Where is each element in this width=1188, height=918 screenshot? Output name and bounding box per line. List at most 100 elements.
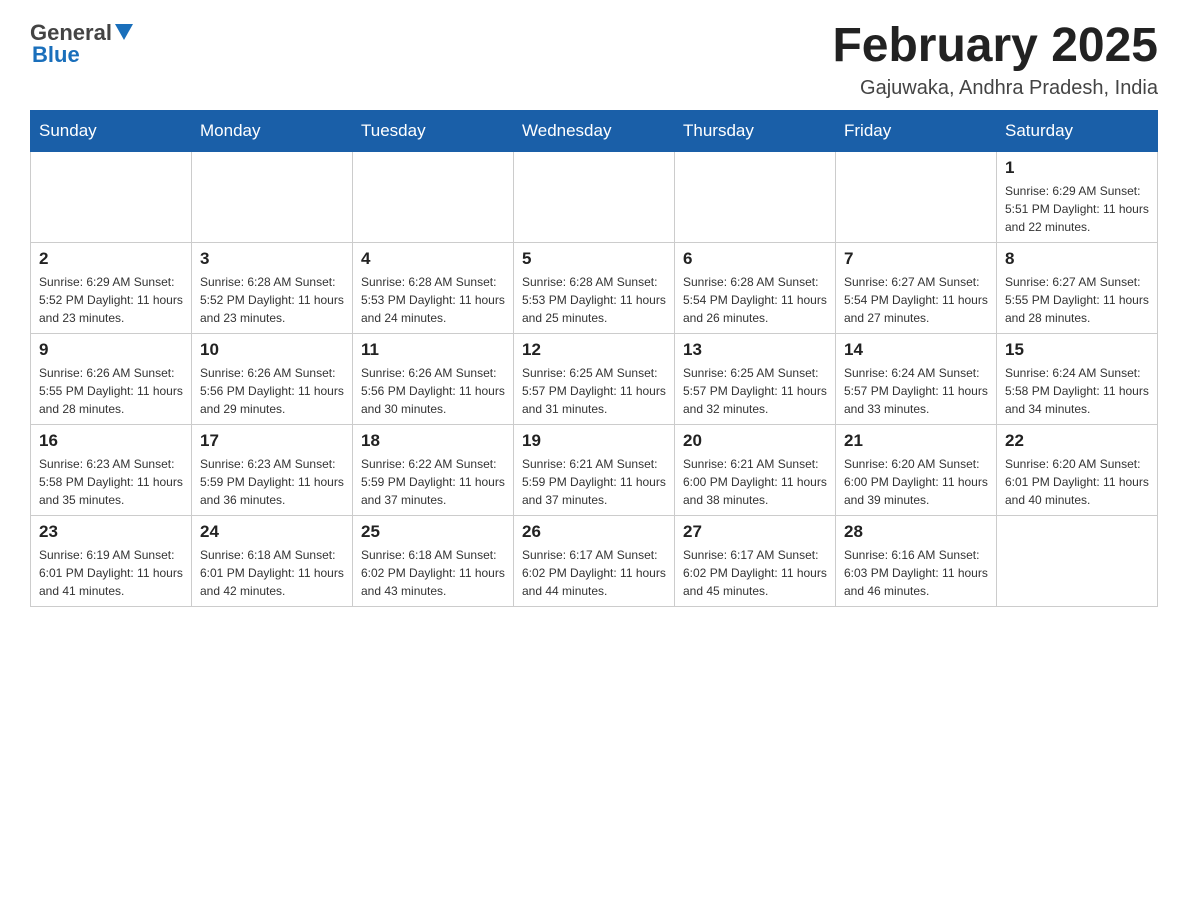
day-info: Sunrise: 6:24 AM Sunset: 5:57 PM Dayligh… [844, 364, 988, 418]
day-number: 28 [844, 522, 988, 542]
title-block: February 2025 Gajuwaka, Andhra Pradesh, … [832, 20, 1158, 100]
month-title: February 2025 [832, 20, 1158, 73]
calendar-table: SundayMondayTuesdayWednesdayThursdayFrid… [30, 110, 1158, 607]
day-info: Sunrise: 6:24 AM Sunset: 5:58 PM Dayligh… [1005, 364, 1149, 418]
day-number: 22 [1005, 431, 1149, 451]
day-number: 2 [39, 249, 183, 269]
calendar-cell [836, 151, 997, 242]
day-number: 14 [844, 340, 988, 360]
calendar-cell: 4 Sunrise: 6:28 AM Sunset: 5:53 PM Daylig… [353, 242, 514, 333]
calendar-cell: 6 Sunrise: 6:28 AM Sunset: 5:54 PM Daylig… [675, 242, 836, 333]
day-info: Sunrise: 6:21 AM Sunset: 6:00 PM Dayligh… [683, 455, 827, 509]
day-of-week-header: Friday [836, 110, 997, 151]
calendar-cell: 3Sunrise: 6:28 AM Sunset: 5:52 PM Daylig… [192, 242, 353, 333]
calendar-week-row: 1 Sunrise: 6:29 AM Sunset: 5:51 PM Daylig… [31, 151, 1158, 242]
page-header: General Blue February 2025 Gajuwaka, And… [30, 20, 1158, 100]
day-of-week-header: Thursday [675, 110, 836, 151]
calendar-cell: 24Sunrise: 6:18 AM Sunset: 6:01 PM Dayli… [192, 515, 353, 606]
day-number: 11 [361, 340, 505, 360]
day-info: Sunrise: 6:19 AM Sunset: 6:01 PM Dayligh… [39, 546, 183, 600]
calendar-cell: 2 Sunrise: 6:29 AM Sunset: 5:52 PM Daylig… [31, 242, 192, 333]
day-number: 26 [522, 522, 666, 542]
day-info: Sunrise: 6:26 AM Sunset: 5:56 PM Dayligh… [200, 364, 344, 418]
day-info: Sunrise: 6:25 AM Sunset: 5:57 PM Dayligh… [522, 364, 666, 418]
day-number: 8 [1005, 249, 1149, 269]
day-info: Sunrise: 6:23 AM Sunset: 5:58 PM Dayligh… [39, 455, 183, 509]
logo: General Blue [30, 20, 133, 68]
calendar-cell: 19Sunrise: 6:21 AM Sunset: 5:59 PM Dayli… [514, 424, 675, 515]
calendar-cell: 16 Sunrise: 6:23 AM Sunset: 5:58 PM Dayli… [31, 424, 192, 515]
day-number: 23 [39, 522, 183, 542]
day-info: Sunrise: 6:28 AM Sunset: 5:53 PM Dayligh… [361, 273, 505, 327]
calendar-cell: 11 Sunrise: 6:26 AM Sunset: 5:56 PM Dayli… [353, 333, 514, 424]
day-number: 5 [522, 249, 666, 269]
day-info: Sunrise: 6:25 AM Sunset: 5:57 PM Dayligh… [683, 364, 827, 418]
calendar-cell: 15 Sunrise: 6:24 AM Sunset: 5:58 PM Dayli… [997, 333, 1158, 424]
calendar-week-row: 2 Sunrise: 6:29 AM Sunset: 5:52 PM Daylig… [31, 242, 1158, 333]
calendar-cell: 20 Sunrise: 6:21 AM Sunset: 6:00 PM Dayli… [675, 424, 836, 515]
calendar-cell: 28 Sunrise: 6:16 AM Sunset: 6:03 PM Dayli… [836, 515, 997, 606]
day-of-week-header: Saturday [997, 110, 1158, 151]
day-info: Sunrise: 6:22 AM Sunset: 5:59 PM Dayligh… [361, 455, 505, 509]
day-info: Sunrise: 6:28 AM Sunset: 5:52 PM Dayligh… [200, 273, 344, 327]
day-info: Sunrise: 6:17 AM Sunset: 6:02 PM Dayligh… [683, 546, 827, 600]
calendar-cell: 5 Sunrise: 6:28 AM Sunset: 5:53 PM Daylig… [514, 242, 675, 333]
calendar-cell: 21Sunrise: 6:20 AM Sunset: 6:00 PM Dayli… [836, 424, 997, 515]
day-info: Sunrise: 6:20 AM Sunset: 6:00 PM Dayligh… [844, 455, 988, 509]
calendar-cell [675, 151, 836, 242]
day-number: 16 [39, 431, 183, 451]
day-info: Sunrise: 6:21 AM Sunset: 5:59 PM Dayligh… [522, 455, 666, 509]
calendar-cell: 25 Sunrise: 6:18 AM Sunset: 6:02 PM Dayli… [353, 515, 514, 606]
calendar-week-row: 23 Sunrise: 6:19 AM Sunset: 6:01 PM Dayli… [31, 515, 1158, 606]
day-number: 18 [361, 431, 505, 451]
day-info: Sunrise: 6:20 AM Sunset: 6:01 PM Dayligh… [1005, 455, 1149, 509]
day-info: Sunrise: 6:23 AM Sunset: 5:59 PM Dayligh… [200, 455, 344, 509]
calendar-cell: 27Sunrise: 6:17 AM Sunset: 6:02 PM Dayli… [675, 515, 836, 606]
day-info: Sunrise: 6:26 AM Sunset: 5:56 PM Dayligh… [361, 364, 505, 418]
calendar-cell [31, 151, 192, 242]
calendar-cell: 17Sunrise: 6:23 AM Sunset: 5:59 PM Dayli… [192, 424, 353, 515]
day-number: 6 [683, 249, 827, 269]
calendar-cell: 12 Sunrise: 6:25 AM Sunset: 5:57 PM Dayli… [514, 333, 675, 424]
day-number: 12 [522, 340, 666, 360]
day-number: 1 [1005, 158, 1149, 178]
day-number: 15 [1005, 340, 1149, 360]
day-number: 10 [200, 340, 344, 360]
day-info: Sunrise: 6:16 AM Sunset: 6:03 PM Dayligh… [844, 546, 988, 600]
calendar-cell: 9 Sunrise: 6:26 AM Sunset: 5:55 PM Daylig… [31, 333, 192, 424]
day-info: Sunrise: 6:28 AM Sunset: 5:53 PM Dayligh… [522, 273, 666, 327]
day-of-week-header: Sunday [31, 110, 192, 151]
location-text: Gajuwaka, Andhra Pradesh, India [832, 77, 1158, 100]
calendar-cell: 26 Sunrise: 6:17 AM Sunset: 6:02 PM Dayli… [514, 515, 675, 606]
day-number: 7 [844, 249, 988, 269]
day-info: Sunrise: 6:18 AM Sunset: 6:02 PM Dayligh… [361, 546, 505, 600]
calendar-cell [514, 151, 675, 242]
day-info: Sunrise: 6:27 AM Sunset: 5:55 PM Dayligh… [1005, 273, 1149, 327]
calendar-week-row: 9 Sunrise: 6:26 AM Sunset: 5:55 PM Daylig… [31, 333, 1158, 424]
day-number: 25 [361, 522, 505, 542]
day-number: 20 [683, 431, 827, 451]
calendar-cell [997, 515, 1158, 606]
day-info: Sunrise: 6:26 AM Sunset: 5:55 PM Dayligh… [39, 364, 183, 418]
calendar-cell [192, 151, 353, 242]
calendar-cell: 22 Sunrise: 6:20 AM Sunset: 6:01 PM Dayli… [997, 424, 1158, 515]
day-number: 13 [683, 340, 827, 360]
day-number: 9 [39, 340, 183, 360]
calendar-header-row: SundayMondayTuesdayWednesdayThursdayFrid… [31, 110, 1158, 151]
day-info: Sunrise: 6:27 AM Sunset: 5:54 PM Dayligh… [844, 273, 988, 327]
day-info: Sunrise: 6:28 AM Sunset: 5:54 PM Dayligh… [683, 273, 827, 327]
calendar-cell: 13 Sunrise: 6:25 AM Sunset: 5:57 PM Dayli… [675, 333, 836, 424]
calendar-cell: 23 Sunrise: 6:19 AM Sunset: 6:01 PM Dayli… [31, 515, 192, 606]
day-info: Sunrise: 6:17 AM Sunset: 6:02 PM Dayligh… [522, 546, 666, 600]
day-of-week-header: Tuesday [353, 110, 514, 151]
calendar-cell: 8 Sunrise: 6:27 AM Sunset: 5:55 PM Daylig… [997, 242, 1158, 333]
calendar-week-row: 16 Sunrise: 6:23 AM Sunset: 5:58 PM Dayli… [31, 424, 1158, 515]
calendar-cell: 14 Sunrise: 6:24 AM Sunset: 5:57 PM Dayli… [836, 333, 997, 424]
day-info: Sunrise: 6:29 AM Sunset: 5:52 PM Dayligh… [39, 273, 183, 327]
logo-triangle-icon [115, 24, 133, 40]
day-number: 4 [361, 249, 505, 269]
day-of-week-header: Wednesday [514, 110, 675, 151]
day-of-week-header: Monday [192, 110, 353, 151]
day-info: Sunrise: 6:29 AM Sunset: 5:51 PM Dayligh… [1005, 182, 1149, 236]
calendar-cell [353, 151, 514, 242]
